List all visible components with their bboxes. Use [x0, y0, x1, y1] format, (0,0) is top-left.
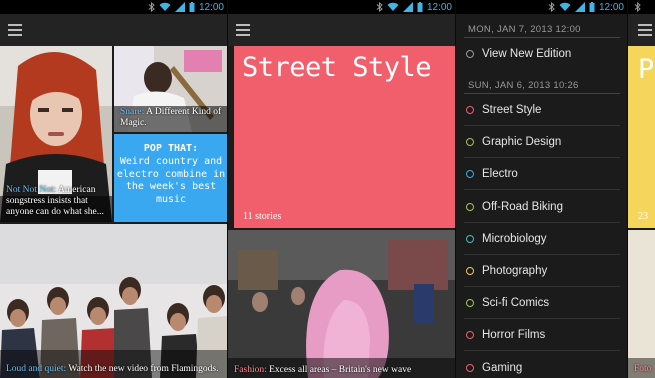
- story-photo: [228, 230, 456, 378]
- menu-item-section[interactable]: Sci-fi Comics: [456, 287, 628, 320]
- circle-icon: [466, 170, 474, 179]
- app-showcase: 12:00 Not Not Not: American songstress i…: [0, 0, 655, 378]
- menu-item-label: Gaming: [482, 361, 523, 374]
- status-bar: 12:00: [456, 0, 628, 14]
- menu-item-section[interactable]: Electro: [456, 158, 628, 191]
- menu-item-section[interactable]: Gaming: [456, 352, 628, 378]
- story-tile-peek[interactable]: Foto: [628, 230, 655, 378]
- bluetooth-icon: [548, 2, 555, 12]
- story-tile-loud-and-quiet[interactable]: Loud and quiet: Watch the new video from…: [0, 224, 228, 378]
- wifi-icon: [559, 2, 571, 11]
- edition-date-header: SUN, JAN 6, 2013 10:26: [468, 80, 579, 91]
- story-tile-snare[interactable]: Snare: A Different Kind of Magic.: [114, 46, 228, 132]
- battery-icon: [189, 2, 195, 12]
- story-caption: Not Not Not: American songstress insists…: [6, 185, 104, 217]
- menu-item-view-new-edition[interactable]: View New Edition: [456, 38, 628, 70]
- bluetooth-icon: [376, 2, 383, 12]
- section-hero[interactable]: Street Style 11 stories: [234, 46, 456, 228]
- section-hero-peek[interactable]: P 23: [628, 46, 655, 228]
- app-bar: [0, 14, 228, 46]
- menu-item-label: Horror Films: [482, 329, 546, 342]
- circle-icon: [466, 299, 474, 308]
- menu-item-label: Graphic Design: [482, 136, 562, 149]
- menu-item-label: Photography: [482, 265, 548, 277]
- menu-item-section[interactable]: Graphic Design: [456, 126, 628, 159]
- menu-icon[interactable]: [8, 24, 22, 36]
- menu-icon[interactable]: [638, 24, 652, 36]
- circle-icon: [466, 106, 474, 114]
- bluetooth-icon: [148, 2, 155, 12]
- signal-icon: [574, 2, 585, 12]
- circle-icon: [466, 267, 474, 275]
- circle-icon: [466, 363, 474, 372]
- bluetooth-icon: [634, 2, 641, 12]
- menu-item-section[interactable]: Microbiology: [456, 223, 628, 255]
- app-bar: [628, 14, 655, 46]
- circle-icon: [466, 50, 474, 58]
- wifi-icon: [159, 2, 171, 11]
- clock: 12:00: [198, 1, 224, 13]
- story-tile-pop-that[interactable]: POP THAT: Weird country and electro comb…: [114, 134, 228, 222]
- status-bar: [628, 0, 655, 14]
- signal-icon: [174, 2, 185, 12]
- circle-icon: [466, 138, 474, 147]
- menu-item-label: Microbiology: [482, 232, 547, 245]
- screen-navigation-drawer: 12:00 MON, JAN 7, 2013 12:00 View New Ed…: [456, 0, 628, 378]
- menu-item-label: Electro: [482, 168, 518, 181]
- story-caption: Loud and quiet: Watch the new video from…: [6, 364, 219, 374]
- pop-title: POP THAT:: [143, 143, 199, 154]
- story-caption: Snare: A Different Kind of Magic.: [120, 107, 222, 128]
- menu-item-section[interactable]: Street Style: [456, 94, 628, 126]
- edition-date-header: MON, JAN 7, 2013 12:00: [468, 24, 581, 35]
- battery-icon: [589, 2, 595, 12]
- menu-item-section[interactable]: Off-Road Biking: [456, 191, 628, 223]
- menu-item-label: Street Style: [482, 104, 542, 116]
- story-caption: Foto: [634, 364, 652, 374]
- story-count: 23: [638, 211, 648, 222]
- menu-item-section[interactable]: Photography: [456, 255, 628, 287]
- screen-edition-grid: 12:00 Not Not Not: American songstress i…: [0, 0, 228, 378]
- status-bar: 12:00: [228, 0, 456, 14]
- story-tile-fashion[interactable]: Fashion: Excess all areas – Britain's ne…: [228, 230, 456, 378]
- menu-item-label: Sci-fi Comics: [482, 297, 550, 310]
- menu-item-label: Off-Road Biking: [482, 200, 563, 213]
- signal-icon: [402, 2, 413, 12]
- clock: 12:00: [426, 1, 452, 13]
- battery-icon: [417, 2, 423, 12]
- status-bar: 12:00: [0, 0, 228, 14]
- menu-icon[interactable]: [236, 24, 250, 36]
- circle-icon: [466, 202, 474, 211]
- app-bar: [228, 14, 456, 46]
- circle-icon: [466, 234, 474, 243]
- screen-peek: P 23 Foto: [628, 0, 655, 378]
- circle-icon: [466, 331, 474, 340]
- menu-item-section[interactable]: Horror Films: [456, 319, 628, 352]
- section-title: Street Style: [242, 52, 432, 83]
- story-photo: [0, 224, 228, 378]
- wifi-icon: [387, 2, 399, 11]
- story-caption: Fashion: Excess all areas – Britain's ne…: [234, 365, 412, 375]
- story-tile-not-not-not[interactable]: Not Not Not: American songstress insists…: [0, 46, 112, 222]
- clock: 12:00: [598, 1, 624, 13]
- pop-body: Weird country and electro combine in the…: [116, 156, 226, 205]
- screen-section-street-style: 12:00 Street Style 11 stories Fashion: E…: [228, 0, 456, 378]
- story-count: 11 stories: [243, 211, 282, 222]
